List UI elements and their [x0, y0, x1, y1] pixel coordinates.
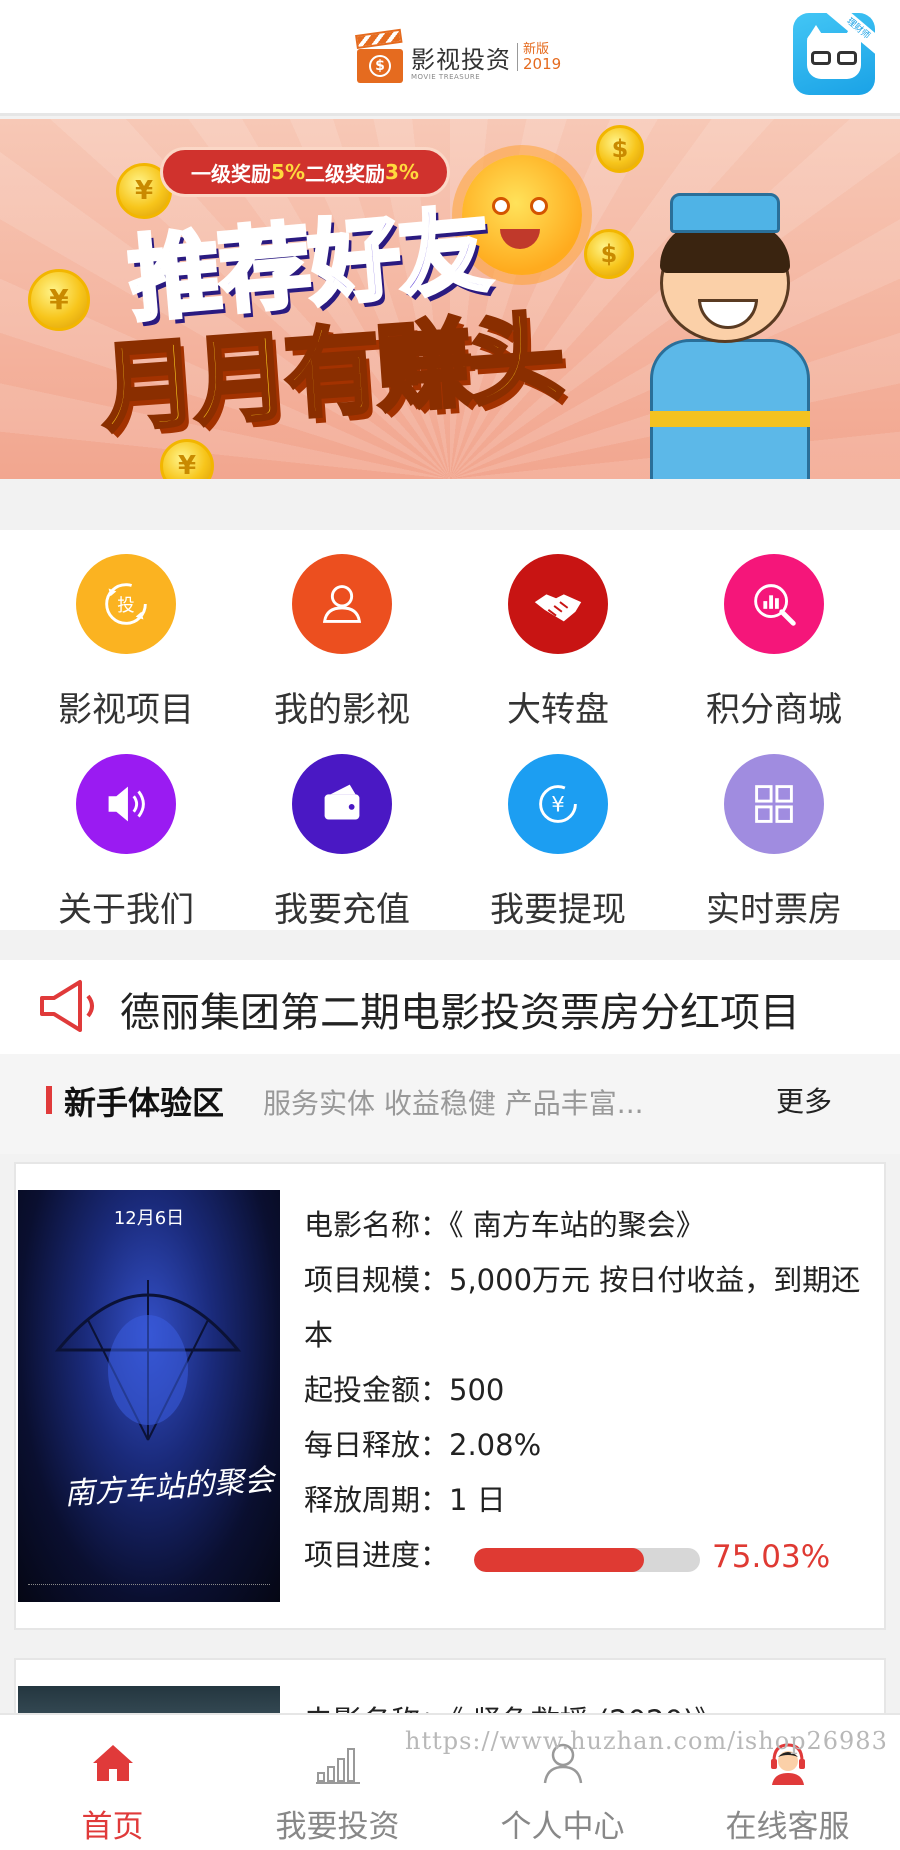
quick-item-about-us[interactable]: 关于我们: [26, 730, 226, 930]
promo-banner[interactable]: ¥ ¥ $ $ ¥ 一级奖励 5% 二级奖励 3% 推荐好友 月月有赚头: [0, 119, 900, 479]
quick-item-label: 影视项目: [58, 690, 194, 730]
section-subtitle: 服务实体 收益稳健 产品丰富...: [263, 1087, 644, 1120]
logo-year: 2019: [523, 55, 562, 73]
progress-bar: [474, 1548, 700, 1572]
grid-icon: [724, 754, 824, 854]
section-accent-bar: [46, 1086, 52, 1114]
quick-item-wheel[interactable]: 大转盘: [458, 530, 658, 730]
speaker-icon: [76, 754, 176, 854]
quick-menu-grid: 投 影视项目 我的影视 大转盘 积分商城 关于我们 我要充值 ¥ 我要提现 实时…: [0, 530, 900, 930]
quick-item-film-projects[interactable]: 投 影视项目: [26, 530, 226, 730]
more-link[interactable]: 更多: [776, 1080, 832, 1120]
poster-date: 12月6日: [113, 1208, 185, 1229]
umbrella-illustration: [54, 1280, 242, 1441]
quick-item-box-office[interactable]: 实时票房: [674, 730, 874, 930]
movie-poster: 12月6日 南方车站的聚会: [18, 1190, 280, 1602]
app-logo[interactable]: $ 影视投资 新版 2019 MOVIE TREASURE: [355, 28, 562, 88]
logo-title: 影视投资: [411, 45, 511, 74]
quick-item-label: 我要提现: [490, 890, 626, 930]
svg-text:投: 投: [117, 596, 134, 616]
chart-search-icon: [724, 554, 824, 654]
signal-bars-icon: [315, 1748, 360, 1784]
cat-app-icon[interactable]: 理财师: [793, 13, 875, 95]
logo-subtitle: MOVIE TREASURE: [411, 72, 481, 81]
coin-icon: $: [596, 125, 644, 173]
svg-text:¥: ¥: [551, 793, 565, 818]
project-name: 《 南方车站的聚会》: [449, 1208, 705, 1242]
quick-item-label: 实时票房: [706, 890, 842, 930]
project-daily-release: 2.08%: [449, 1428, 542, 1462]
project-card[interactable]: 12月6日 南方车站的聚会 电影名称：《 南方车站的聚会》 项目规模：5,000…: [14, 1162, 886, 1630]
watermark-text: https://www.huzhan.com/ishop26983: [405, 1727, 888, 1755]
section-header: 新手体验区 服务实体 收益稳健 产品丰富... 更多: [0, 1054, 900, 1154]
quick-item-recharge[interactable]: 我要充值: [242, 730, 442, 930]
coin-icon: ¥: [28, 269, 90, 331]
quick-item-label: 我要充值: [274, 890, 410, 930]
progress-fill: [474, 1548, 644, 1572]
handshake-icon: [508, 554, 608, 654]
megaphone-icon: [40, 980, 94, 1032]
app-header: $ 影视投资 新版 2019 MOVIE TREASURE 理财师: [0, 0, 900, 116]
quick-item-my-films[interactable]: 我的影视: [242, 530, 442, 730]
home-icon: [92, 1745, 133, 1781]
project-period: 1 日: [449, 1483, 506, 1517]
notice-text: 德丽集团第二期电影投资票房分红项目: [120, 990, 800, 1036]
quick-item-label: 积分商城: [706, 690, 842, 730]
tab-home[interactable]: 首页: [0, 1715, 225, 1850]
quick-item-withdraw[interactable]: ¥ 我要提现: [458, 730, 658, 930]
quick-item-points-mall[interactable]: 积分商城: [674, 530, 874, 730]
clapperboard-icon: $: [355, 28, 405, 85]
progress-percent: 75.03%: [712, 1539, 831, 1575]
notice-marquee[interactable]: 德丽集团第二期电影投资票房分红项目: [0, 960, 900, 1054]
wallet-icon: [292, 754, 392, 854]
quick-item-label: 我的影视: [274, 690, 410, 730]
quick-item-label: 大转盘: [507, 690, 609, 730]
quick-item-label: 关于我们: [58, 890, 194, 930]
cartoon-boy-illustration: [620, 179, 840, 479]
section-title: 新手体验区: [64, 1084, 225, 1122]
yen-cycle-icon: ¥: [508, 754, 608, 854]
invest-icon: 投: [76, 554, 176, 654]
project-min-amount: 500: [449, 1373, 505, 1407]
user-icon: [292, 554, 392, 654]
poster-title: 南方车站的聚会: [63, 1462, 276, 1513]
project-info: 电影名称：《 南方车站的聚会》 项目规模：5,000万元 按日付收益，到期还本 …: [304, 1198, 864, 1583]
